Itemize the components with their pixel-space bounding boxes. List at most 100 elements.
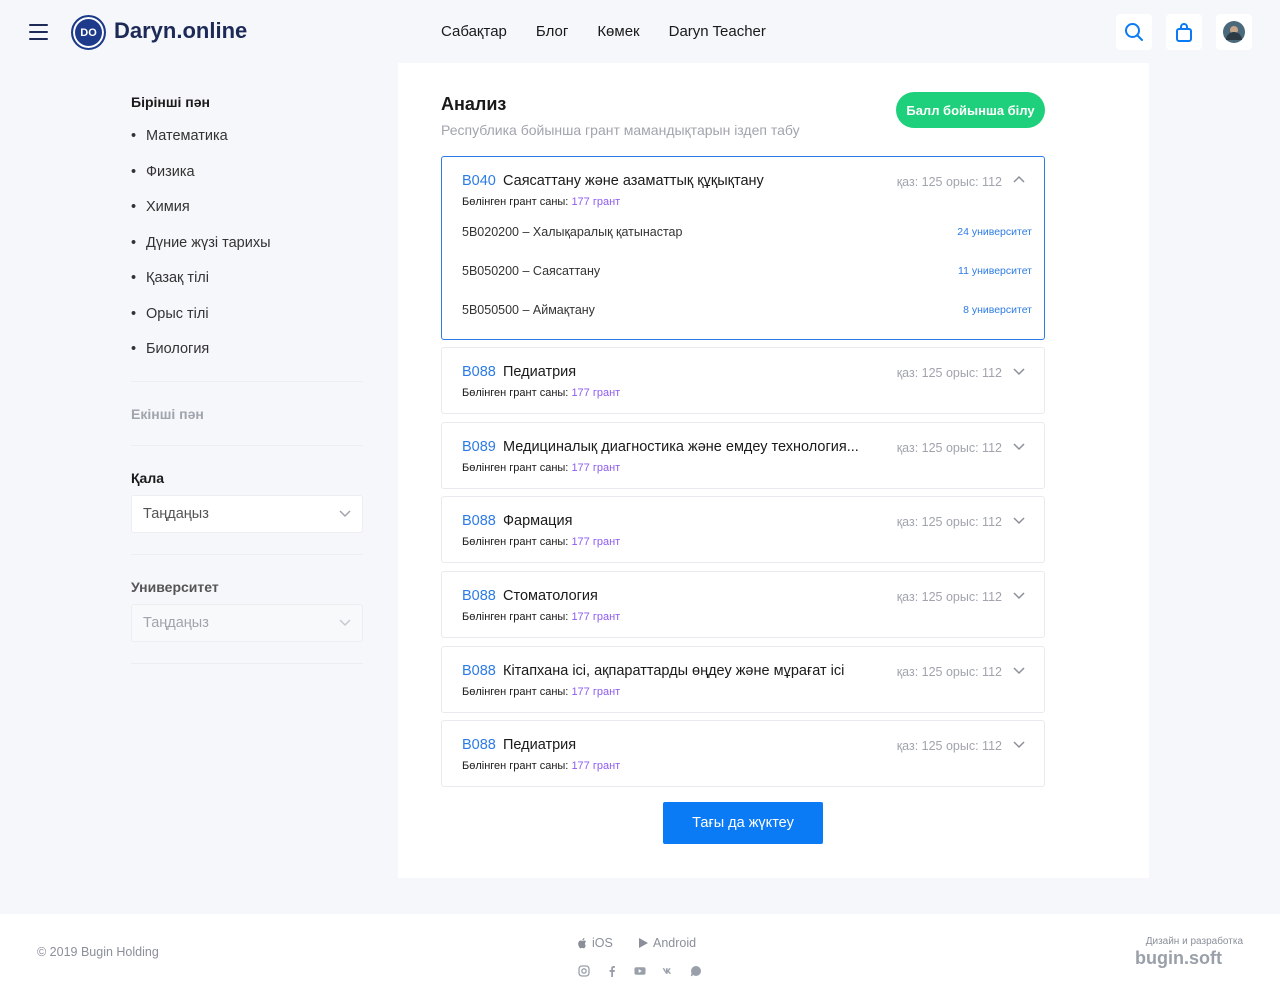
cart-button[interactable]	[1166, 14, 1202, 50]
language-counts: қаз: 125 орыс: 112	[896, 441, 1002, 455]
grant-label: Бөлінген грант саны:	[462, 760, 569, 772]
grant-label: Бөлінген грант саны:	[462, 387, 569, 399]
language-counts: қаз: 125 орыс: 112	[896, 175, 1002, 189]
divider	[131, 662, 363, 664]
specialty-name: Кітапхана ісі, ақпараттарды өңдеу және м…	[503, 663, 845, 679]
grant-value: 177 грант	[571, 387, 621, 399]
play-store-icon	[639, 938, 648, 948]
specialty-name: Педиатрия	[503, 364, 577, 380]
ios-label: iOS	[592, 936, 613, 950]
specialty-name: Стоматология	[503, 588, 598, 604]
copyright: © 2019 Bugin Holding	[37, 945, 159, 959]
chevron-down-icon	[339, 509, 351, 517]
chevron-down-icon[interactable]	[1012, 588, 1026, 602]
grant-count: Бөлінген грант саны: 177 грант	[462, 536, 620, 548]
subject-item[interactable]: Дүние жүзі тарихы	[131, 235, 363, 271]
university-select[interactable]: Таңдаңыз	[131, 603, 363, 642]
footer: © 2019 Bugin Holding iOS Android Дизайн …	[0, 914, 1280, 992]
specialty-card[interactable]: B088 Стоматология Бөлінген грант саны: 1…	[441, 571, 1045, 638]
subject-item[interactable]: Химия	[131, 199, 363, 235]
specialty-name: Фармация	[503, 513, 573, 529]
logo-text[interactable]: Daryn.online	[114, 18, 247, 44]
grant-label: Бөлінген грант саны:	[462, 611, 569, 623]
specialty-card[interactable]: B040 Саясаттану және азаматтық құқықтану…	[441, 156, 1045, 340]
grant-value: 177 грант	[571, 760, 621, 772]
specialty-card[interactable]: B088 Кітапхана ісі, ақпараттарды өңдеу ж…	[441, 646, 1045, 713]
developer-brand[interactable]: bugin.soft	[1135, 948, 1222, 969]
instagram-icon[interactable]	[578, 965, 590, 977]
specialty-code: B040	[462, 173, 496, 189]
grant-value: 177 грант	[571, 686, 621, 698]
analysis-panel: Анализ Республика бойынша грант мамандық…	[398, 63, 1149, 878]
city-select[interactable]: Таңдаңыз	[131, 494, 363, 533]
nav-blog[interactable]: Блог	[536, 23, 568, 40]
chevron-down-icon[interactable]	[1012, 663, 1026, 677]
menu-icon[interactable]	[29, 24, 48, 40]
subject-item[interactable]: Математика	[131, 128, 363, 164]
sub-specialty-row[interactable]: 5B050200 – Саясаттану 11 университет	[462, 264, 1032, 278]
logo-badge[interactable]: DO	[71, 15, 106, 50]
profile-button[interactable]	[1216, 14, 1252, 50]
search-button[interactable]	[1116, 14, 1152, 50]
whatsapp-icon[interactable]	[690, 965, 702, 977]
android-link[interactable]: Android	[638, 936, 696, 950]
developer-label: Дизайн и разработка	[1145, 936, 1243, 947]
score-button[interactable]: Балл бойынша білу	[896, 92, 1045, 128]
city-select-value: Таңдаңыз	[143, 505, 209, 522]
grant-count: Бөлінген грант саны: 177 грант	[462, 462, 620, 474]
university-select-value: Таңдаңыз	[143, 614, 209, 631]
universities-link[interactable]: 11 университет	[958, 265, 1032, 277]
chevron-down-icon	[339, 618, 351, 626]
specialty-code: B088	[462, 663, 496, 679]
grant-value: 177 грант	[571, 462, 621, 474]
page-title: Анализ	[441, 94, 507, 114]
subject-item[interactable]: Биология	[131, 341, 363, 377]
specialty-card[interactable]: B088 Педиатрия Бөлінген грант саны: 177 …	[441, 347, 1045, 414]
header: DO Daryn.online Сабақтар Блог Көмек Dary…	[0, 0, 1280, 63]
specialty-card[interactable]: B088 Педиатрия Бөлінген грант саны: 177 …	[441, 720, 1045, 787]
specialty-name: Педиатрия	[503, 737, 577, 753]
youtube-icon[interactable]	[634, 965, 646, 977]
grant-value: 177 грант	[571, 196, 621, 208]
universities-link[interactable]: 8 университет	[963, 304, 1032, 316]
social-links	[578, 965, 702, 977]
grant-label: Бөлінген грант саны:	[462, 196, 569, 208]
vk-icon[interactable]	[662, 965, 674, 977]
specialty-name: Медициналық диагностика және емдеу техно…	[503, 439, 859, 455]
specialty-card[interactable]: B088 Фармация Бөлінген грант саны: 177 г…	[441, 496, 1045, 563]
nav-lessons[interactable]: Сабақтар	[441, 23, 507, 40]
specialty-code: B089	[462, 439, 496, 455]
grant-value: 177 грант	[571, 536, 621, 548]
subject-list: Математика Физика Химия Дүние жүзі тарих…	[131, 128, 363, 377]
divider	[131, 444, 363, 446]
avatar	[1223, 21, 1245, 43]
divider	[131, 553, 363, 555]
grant-label: Бөлінген грант саны:	[462, 536, 569, 548]
bag-icon	[1176, 23, 1192, 42]
second-subject-title[interactable]: Екінші пән	[131, 406, 363, 422]
sub-specialty-row[interactable]: 5B020200 – Халықаралық қатынастар 24 уни…	[462, 225, 1032, 239]
chevron-down-icon[interactable]	[1012, 737, 1026, 751]
facebook-icon[interactable]	[606, 965, 618, 977]
chevron-down-icon[interactable]	[1012, 439, 1026, 453]
chevron-up-icon[interactable]	[1012, 173, 1026, 187]
grant-count: Бөлінген грант саны: 177 грант	[462, 196, 620, 208]
sub-specialty-name: 5B050200 – Саясаттану	[462, 264, 601, 278]
universities-link[interactable]: 24 университет	[957, 226, 1032, 238]
main-nav: Сабақтар Блог Көмек Daryn Teacher	[441, 23, 766, 40]
specialty-name: Саясаттану және азаматтық құқықтану	[503, 173, 764, 189]
specialty-code: B088	[462, 737, 496, 753]
first-subject-title: Бірінші пән	[131, 94, 210, 110]
sub-specialty-row[interactable]: 5B050500 – Аймақтану 8 университет	[462, 303, 1032, 317]
nav-help[interactable]: Көмек	[597, 23, 639, 40]
chevron-down-icon[interactable]	[1012, 364, 1026, 378]
search-icon	[1125, 23, 1143, 41]
chevron-down-icon[interactable]	[1012, 513, 1026, 527]
subject-item[interactable]: Физика	[131, 164, 363, 200]
subject-item[interactable]: Орыс тілі	[131, 306, 363, 342]
ios-link[interactable]: iOS	[577, 936, 613, 950]
nav-daryn-teacher[interactable]: Daryn Teacher	[669, 23, 766, 40]
specialty-card[interactable]: B089 Медициналық диагностика және емдеу …	[441, 422, 1045, 489]
subject-item[interactable]: Қазақ тілі	[131, 270, 363, 306]
load-more-button[interactable]: Тағы да жүктеу	[663, 802, 823, 844]
